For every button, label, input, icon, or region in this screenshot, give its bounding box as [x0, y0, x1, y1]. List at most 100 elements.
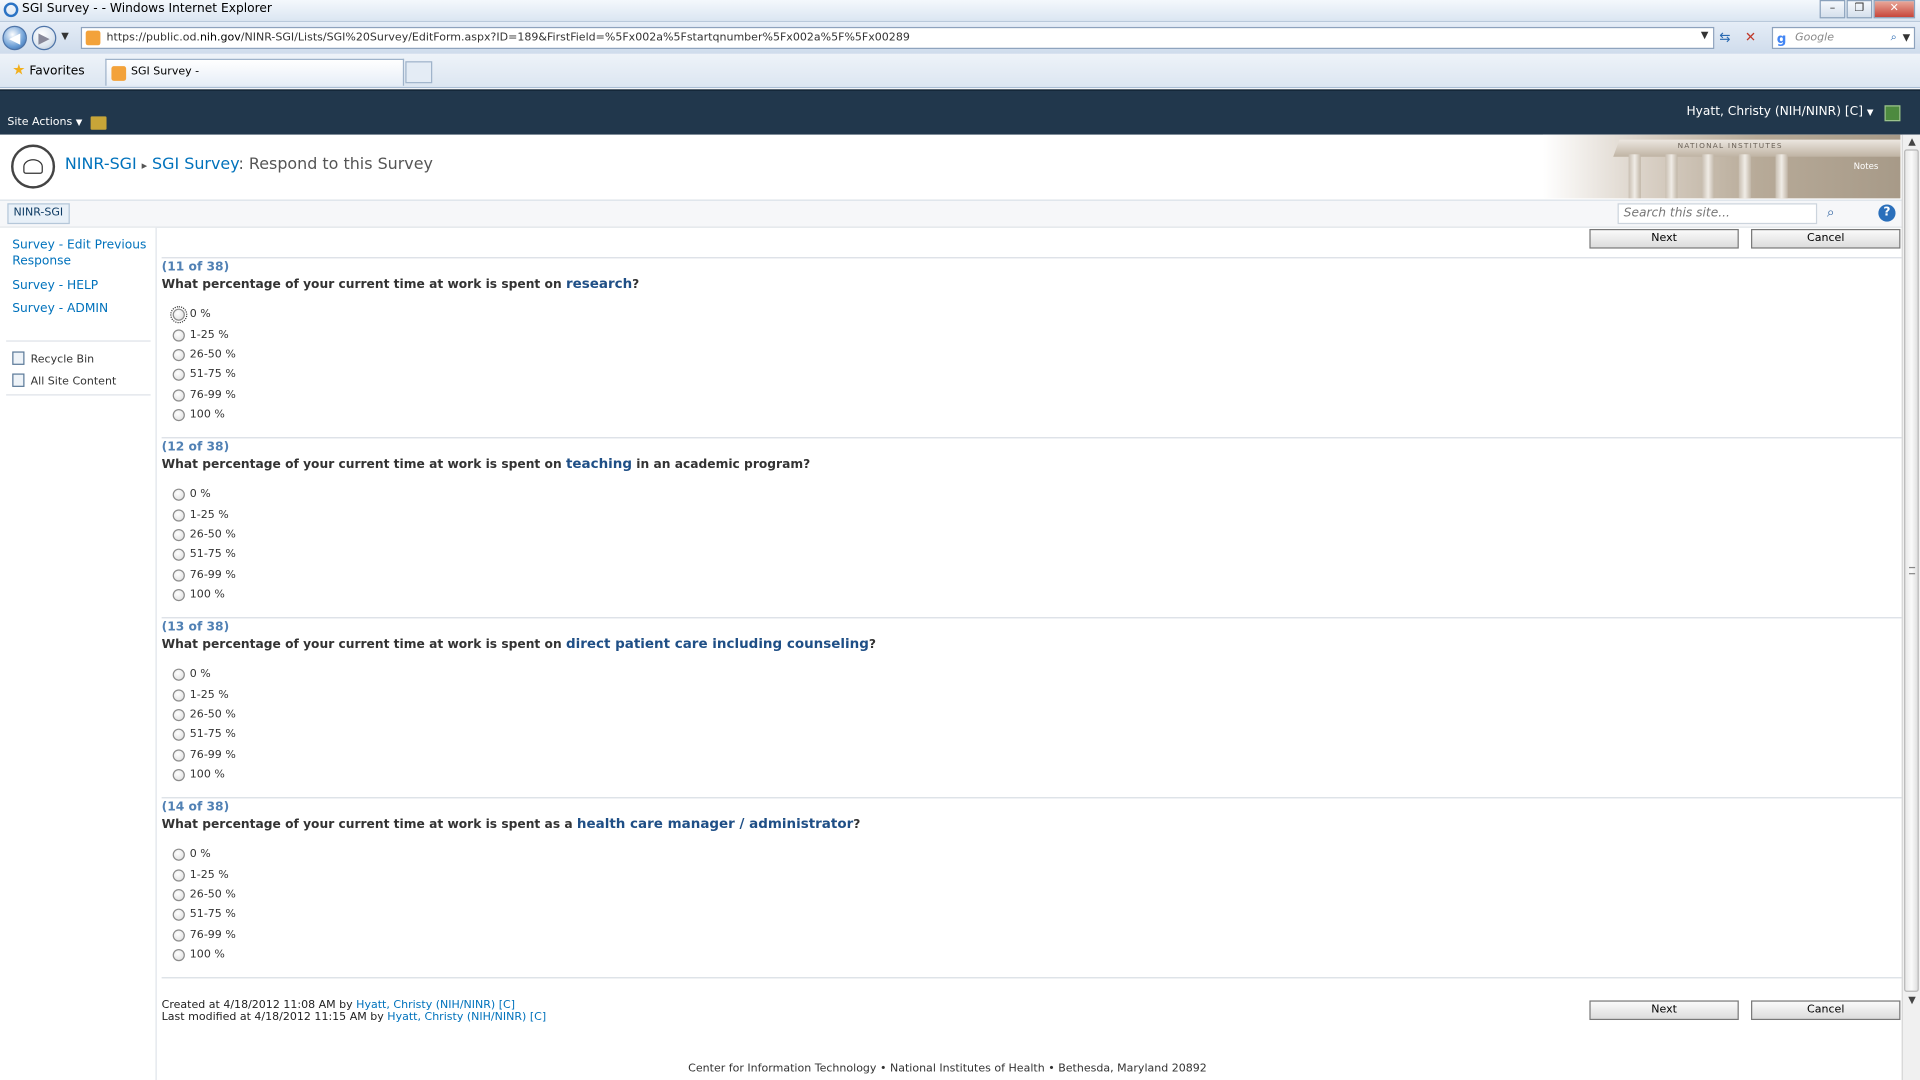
radio-label: 100 %	[189, 949, 225, 962]
radio-button[interactable]	[172, 688, 185, 702]
radio-option[interactable]: 26-50 %	[172, 345, 236, 365]
radio-button[interactable]	[172, 729, 185, 742]
new-tab-button[interactable]	[405, 61, 433, 84]
nav-link-edit-previous-response[interactable]: Survey - Edit Previous Response	[12, 238, 152, 270]
radio-label: 51-75 %	[189, 909, 236, 922]
help-icon[interactable]: ?	[1878, 204, 1896, 222]
tab-label: SGI Survey -	[131, 66, 200, 79]
scroll-down-icon[interactable]: ▼	[1905, 994, 1918, 1009]
minimize-button[interactable]: –	[1819, 0, 1846, 19]
all-site-content-link[interactable]: All Site Content	[12, 373, 116, 388]
forward-button[interactable]: ▶	[31, 25, 57, 51]
search-icon[interactable]: ⌕	[1891, 28, 1897, 48]
radio-button[interactable]	[172, 348, 185, 362]
radio-button[interactable]	[172, 909, 185, 922]
address-input[interactable]: https://public.od.nih.gov/NINR-SGI/Lists…	[80, 26, 1715, 49]
created-by-link[interactable]: Hyatt, Christy (NIH/NINR) [C]	[356, 999, 515, 1011]
restore-button[interactable]: ❐	[1846, 0, 1873, 19]
radio-option[interactable]: 1-25 %	[172, 685, 236, 705]
breadcrumb-site-link[interactable]: NINR-SGI	[65, 156, 137, 174]
radio-button[interactable]	[172, 409, 185, 422]
recycle-bin-link[interactable]: Recycle Bin	[12, 351, 94, 366]
search-icon[interactable]: ⌕	[1820, 203, 1842, 224]
favorites-button[interactable]: ★ Favorites	[12, 61, 84, 78]
radio-option[interactable]: 0 %	[170, 305, 236, 325]
radio-button[interactable]	[172, 369, 185, 382]
radio-option[interactable]: 1-25 %	[172, 865, 236, 885]
radio-button[interactable]	[172, 888, 185, 902]
radio-option[interactable]: 0 %	[172, 485, 236, 505]
scrollbar-thumb[interactable]	[1904, 149, 1919, 992]
radio-button[interactable]	[172, 508, 185, 522]
next-button-bottom[interactable]: Next	[1589, 1000, 1739, 1021]
radio-option[interactable]: 51-75 %	[172, 545, 236, 565]
banner-notes-label[interactable]: Notes	[1854, 162, 1879, 172]
radio-button[interactable]	[172, 569, 185, 582]
radio-option[interactable]: 26-50 %	[172, 525, 236, 545]
next-button-top[interactable]: Next	[1589, 228, 1739, 249]
navigate-up-icon[interactable]	[90, 116, 107, 130]
radio-option[interactable]: 100 %	[172, 945, 236, 965]
compatibility-view-icon[interactable]: ⇆	[1719, 29, 1730, 45]
radio-option[interactable]: 51-75 %	[172, 905, 236, 925]
radio-label: 1-25 %	[189, 328, 229, 342]
history-dropdown-icon[interactable]: ▼	[61, 31, 69, 42]
radio-option[interactable]: 26-50 %	[172, 885, 236, 905]
vertical-scrollbar[interactable]: ▲ ▼	[1901, 134, 1920, 1080]
browser-search-input[interactable]: g Google ⌕ ▼	[1771, 26, 1916, 49]
radio-option[interactable]: 1-25 %	[172, 505, 236, 525]
radio-option[interactable]: 26-50 %	[172, 705, 236, 725]
radio-option[interactable]: 51-75 %	[172, 365, 236, 385]
radio-button[interactable]	[172, 868, 185, 882]
browser-tab-active[interactable]: SGI Survey -	[105, 58, 405, 86]
radio-option[interactable]: 76-99 %	[172, 745, 236, 765]
presence-icon[interactable]	[1884, 105, 1901, 122]
question-prefix: What percentage of your current time at …	[161, 277, 566, 292]
radio-option[interactable]: 100 %	[172, 765, 236, 785]
radio-button[interactable]	[172, 769, 185, 782]
site-search-input[interactable]: Search this site...	[1617, 203, 1818, 225]
radio-button[interactable]	[172, 488, 185, 502]
radio-button[interactable]	[172, 929, 185, 942]
nav-link-admin[interactable]: Survey - ADMIN	[12, 301, 108, 317]
radio-button[interactable]	[172, 848, 185, 862]
user-menu[interactable]: Hyatt, Christy (NIH/NINR) [C] ▼	[1686, 105, 1873, 118]
radio-option[interactable]: 100 %	[172, 585, 236, 605]
radio-button[interactable]	[172, 328, 185, 342]
radio-option[interactable]: 51-75 %	[172, 725, 236, 745]
radio-button[interactable]	[172, 708, 185, 722]
modified-by-link[interactable]: Hyatt, Christy (NIH/NINR) [C]	[387, 1011, 546, 1023]
cancel-button-top[interactable]: Cancel	[1751, 228, 1901, 249]
radio-button[interactable]	[170, 306, 188, 324]
breadcrumb-list-link[interactable]: SGI Survey	[152, 156, 238, 174]
radio-option[interactable]: 1-25 %	[172, 325, 236, 345]
radio-button[interactable]	[172, 668, 185, 682]
radio-button[interactable]	[172, 528, 185, 542]
radio-option[interactable]: 100 %	[172, 405, 236, 425]
close-window-button[interactable]: ✕	[1873, 0, 1916, 19]
survey-form: Next Cancel (11 of 38) What percentage o…	[161, 228, 1902, 1080]
stop-icon[interactable]: ✕	[1745, 29, 1756, 45]
radio-option[interactable]: 76-99 %	[172, 385, 236, 405]
banner-text: NATIONAL INSTITUTES	[1677, 142, 1783, 151]
radio-option[interactable]: 0 %	[172, 845, 236, 865]
radio-button[interactable]	[172, 949, 185, 962]
site-actions-menu[interactable]: Site Actions ▼	[7, 116, 82, 128]
window-title-bar: SGI Survey - - Windows Internet Explorer…	[0, 0, 1920, 23]
radio-option[interactable]: 76-99 %	[172, 565, 236, 585]
cancel-button-bottom[interactable]: Cancel	[1751, 1000, 1901, 1021]
radio-button[interactable]	[172, 389, 185, 402]
top-nav-tab-home[interactable]: NINR-SGI	[7, 203, 70, 225]
radio-button[interactable]	[172, 549, 185, 562]
nav-link-help[interactable]: Survey - HELP	[12, 278, 98, 294]
chevron-down-icon: ▼	[1866, 107, 1874, 118]
back-button[interactable]: ◀	[2, 25, 27, 51]
radio-label: 76-99 %	[189, 389, 236, 402]
radio-option[interactable]: 0 %	[172, 665, 236, 685]
radio-option[interactable]: 76-99 %	[172, 925, 236, 945]
search-dropdown-icon[interactable]: ▼	[1903, 28, 1911, 48]
radio-button[interactable]	[172, 749, 185, 762]
address-dropdown-icon[interactable]: ▼	[1701, 29, 1709, 40]
radio-button[interactable]	[172, 589, 185, 602]
question-number: (12 of 38)	[161, 440, 230, 455]
